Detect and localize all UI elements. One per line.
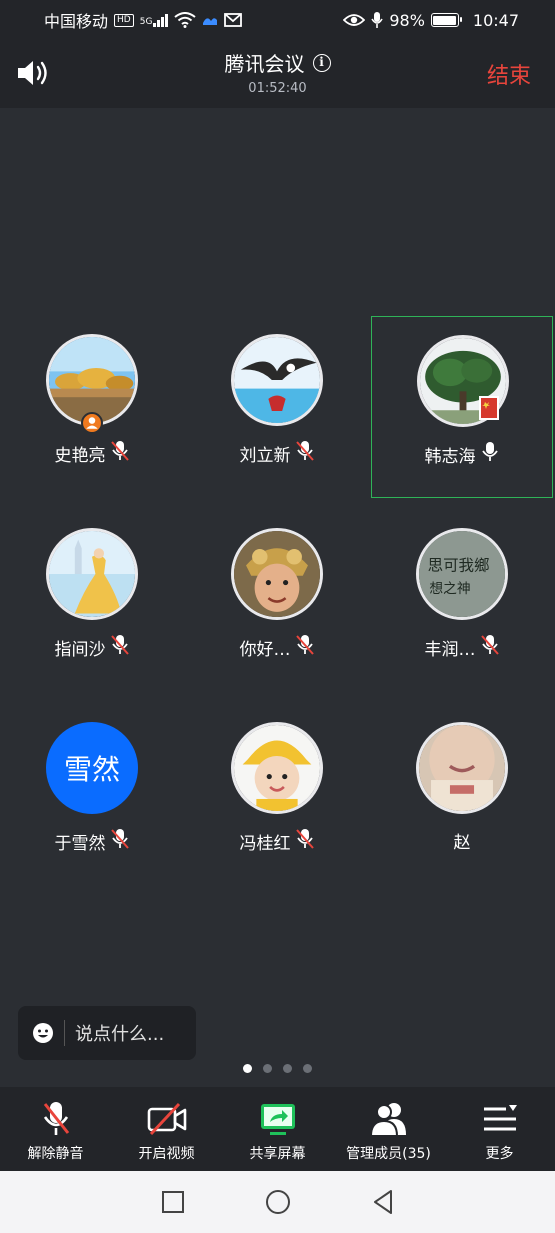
- participant-name: 赵: [453, 833, 471, 853]
- participant-name: 刘立新: [239, 446, 291, 466]
- battery-icon: [430, 13, 462, 27]
- svg-text:想之神: 想之神: [429, 581, 470, 597]
- flag-badge-icon: [478, 395, 500, 421]
- participant-tile[interactable]: 赵: [371, 704, 553, 886]
- more-menu-icon: [483, 1105, 517, 1131]
- system-nav-bar: [0, 1171, 555, 1233]
- battery-percent: 98%: [389, 10, 425, 30]
- participant-avatar: [231, 528, 323, 620]
- participant-tile[interactable]: 指间沙: [1, 510, 183, 692]
- participant-tile[interactable]: 雪然于雪然: [1, 704, 183, 886]
- participant-name: 韩志海: [424, 447, 476, 467]
- muted-mic-icon: [110, 440, 130, 467]
- carrier-label: 中国移动: [44, 12, 109, 31]
- title-block: 腾讯会议 i 01:52:40: [0, 48, 555, 96]
- muted-mic-icon: [110, 634, 130, 661]
- muted-mic-icon: [295, 828, 315, 855]
- muted-mic-icon: [110, 828, 130, 855]
- participant-avatar: 思可我鄉 想之神: [416, 528, 508, 620]
- page-dot[interactable]: [263, 1064, 272, 1073]
- chat-divider: [64, 1020, 65, 1046]
- page-indicator: [0, 1064, 555, 1073]
- more-label: 更多: [485, 1146, 514, 1162]
- status-left: 中国移动 HD 5G: [44, 8, 242, 32]
- page-dot-active[interactable]: [243, 1064, 252, 1073]
- manage-members-label: 管理成员(35): [346, 1146, 431, 1162]
- share-screen-icon: [260, 1104, 295, 1135]
- participant-name-row: 赵: [371, 828, 553, 853]
- participant-tile[interactable]: 韩志海: [371, 316, 553, 498]
- meeting-title-text: 腾讯会议: [224, 52, 305, 76]
- share-screen-button[interactable]: 共享屏幕: [222, 1087, 333, 1171]
- network-label: 5G: [139, 16, 153, 27]
- app-notification-icon: [202, 18, 217, 25]
- recents-icon[interactable]: [159, 1188, 187, 1216]
- status-right: 98% 10:47: [343, 11, 519, 30]
- participant-avatar: [416, 722, 508, 814]
- participant-name: 史艳亮: [54, 446, 106, 466]
- participant-name-row: 史艳亮: [1, 440, 183, 467]
- muted-mic-icon: [480, 634, 500, 661]
- unmute-button[interactable]: 解除静音: [0, 1087, 111, 1171]
- page-dot[interactable]: [283, 1064, 292, 1073]
- participant-name-row: 丰润…: [371, 634, 553, 661]
- participant-tile[interactable]: 你好…: [186, 510, 368, 692]
- chat-input[interactable]: 说点什么...: [18, 1006, 196, 1060]
- end-meeting-button[interactable]: 结束: [487, 58, 531, 90]
- meeting-title[interactable]: 腾讯会议 i: [225, 48, 331, 77]
- meeting-timer: 01:52:40: [248, 81, 307, 96]
- start-video-button[interactable]: 开启视频: [111, 1087, 222, 1171]
- home-icon[interactable]: [264, 1188, 292, 1216]
- emoji-icon[interactable]: [32, 1022, 54, 1044]
- info-icon[interactable]: i: [312, 53, 331, 72]
- participant-name-row: 韩志海: [372, 441, 552, 468]
- participant-name: 于雪然: [54, 834, 106, 854]
- participant-tile[interactable]: 刘立新: [186, 316, 368, 498]
- back-icon[interactable]: [369, 1188, 397, 1216]
- clock: 10:47: [472, 10, 519, 30]
- members-icon: [369, 1103, 406, 1137]
- svg-text:思可我鄉: 思可我鄉: [428, 557, 490, 575]
- muted-mic-icon: [295, 634, 315, 661]
- host-badge-icon: [81, 412, 103, 434]
- participant-avatar: 雪然: [46, 722, 138, 814]
- participant-name-row: 刘立新: [186, 440, 368, 467]
- mic-status-icon: [371, 12, 384, 28]
- muted-mic-icon: [295, 440, 315, 467]
- signal-icon: 5G: [139, 13, 168, 27]
- participant-avatar: [231, 722, 323, 814]
- participant-tile[interactable]: 冯桂红: [186, 704, 368, 886]
- participant-tile[interactable]: 史艳亮: [1, 316, 183, 498]
- mic-icon: [480, 441, 500, 468]
- hd-badge: HD: [114, 13, 134, 27]
- participant-name-row: 冯桂红: [186, 828, 368, 855]
- unmute-label: 解除静音: [27, 1146, 84, 1162]
- participant-name: 冯桂红: [239, 834, 291, 854]
- meeting-header: 腾讯会议 i 01:52:40 结束: [0, 40, 555, 108]
- participant-tile[interactable]: 思可我鄉想之神丰润…: [371, 510, 553, 692]
- participant-avatar: [46, 528, 138, 620]
- participant-name: 你好…: [239, 640, 291, 660]
- start-video-label: 开启视频: [138, 1146, 195, 1162]
- chat-placeholder: 说点什么...: [75, 1024, 165, 1045]
- participant-name-row: 于雪然: [1, 828, 183, 855]
- page-dot[interactable]: [303, 1064, 312, 1073]
- participant-avatar: [231, 334, 323, 426]
- mail-icon: [224, 13, 242, 27]
- status-bar: 中国移动 HD 5G 98% 10:47: [0, 0, 555, 40]
- meeting-toolbar: 解除静音 开启视频 共享屏幕 管理成员(35) 更多: [0, 1087, 555, 1171]
- video-off-icon: [147, 1102, 186, 1136]
- manage-members-button[interactable]: 管理成员(35): [333, 1087, 444, 1171]
- share-screen-label: 共享屏幕: [249, 1146, 306, 1162]
- more-button[interactable]: 更多: [444, 1087, 555, 1171]
- participant-name-row: 指间沙: [1, 634, 183, 661]
- muted-mic-icon: [43, 1102, 69, 1135]
- participant-name: 指间沙: [54, 640, 106, 660]
- participant-name: 丰润…: [424, 640, 476, 660]
- eye-icon: [343, 14, 366, 26]
- wifi-icon: [174, 12, 196, 28]
- participant-name-row: 你好…: [186, 634, 368, 661]
